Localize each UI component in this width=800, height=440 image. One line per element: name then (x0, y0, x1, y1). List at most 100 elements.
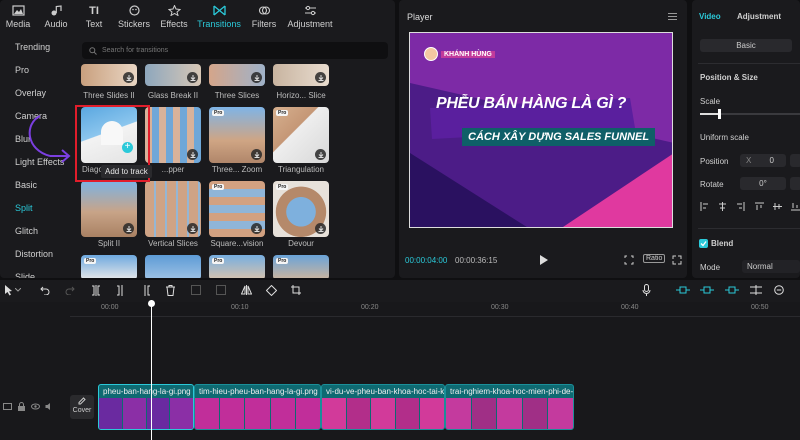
transition-tile[interactable] (145, 64, 201, 86)
cover-button[interactable]: Cover (70, 395, 94, 419)
track-video-icon[interactable] (3, 402, 12, 411)
snap-icon[interactable] (700, 286, 714, 294)
split-right-icon[interactable] (141, 285, 151, 296)
align-right-icon[interactable] (736, 202, 745, 211)
pro-badge: Pro (276, 258, 289, 264)
menu-icon[interactable] (668, 13, 677, 20)
freeze-icon[interactable] (191, 285, 201, 295)
fullscreen-crop-icon[interactable] (624, 255, 634, 265)
rotate-icon[interactable] (266, 285, 277, 296)
cover-label: Cover (72, 407, 92, 414)
tab-stickers[interactable]: Stickers (114, 0, 154, 34)
category-slide[interactable]: Slide (0, 266, 72, 278)
microphone-icon[interactable] (642, 284, 651, 296)
rotate-extra-field[interactable] (790, 177, 800, 190)
magnet-link-icon[interactable] (676, 286, 690, 294)
category-split[interactable]: Split (0, 197, 72, 220)
category-pro[interactable]: Pro (0, 59, 72, 82)
section-position-size: Position & Size (700, 73, 758, 82)
transition-tile[interactable]: Pro (209, 181, 265, 237)
zoom-out-icon[interactable] (774, 285, 784, 295)
split-icon[interactable] (91, 285, 101, 296)
tile-label: Glass Break II (147, 91, 199, 100)
category-trending[interactable]: Trending (0, 36, 72, 59)
timeline-clip[interactable]: trai-nghiem-khoa-hoc-mien-phi-de-g (445, 384, 574, 430)
timeline-clip[interactable]: tim-hieu-pheu-ban-hang-la-gi.png (194, 384, 321, 430)
video-preview[interactable]: KHÁNH HÙNG PHỄU BÁN HÀNG LÀ GÌ ? CÁCH XÂ… (409, 32, 673, 228)
tab-transitions[interactable]: Transitions (194, 0, 244, 34)
expand-icon[interactable] (672, 255, 682, 265)
ruler-tick: 00:10 (231, 304, 249, 311)
tab-effects[interactable]: Effects (156, 0, 192, 34)
undo-icon[interactable] (40, 285, 50, 295)
scale-slider-handle[interactable] (718, 109, 721, 119)
mute-icon[interactable] (45, 402, 54, 411)
linkage-icon[interactable] (725, 286, 739, 294)
align-top-icon[interactable] (754, 202, 764, 211)
scale-slider[interactable] (700, 109, 800, 119)
category-basic[interactable]: Basic (0, 174, 72, 197)
effects-icon (167, 5, 181, 16)
transition-tile[interactable]: Pro (209, 107, 265, 163)
timeline-clip[interactable]: vi-du-ve-pheu-ban-khoa-hoc-tai-kh (321, 384, 445, 430)
select-cursor-icon[interactable] (4, 285, 13, 296)
transition-tile[interactable] (145, 107, 201, 163)
search-icon (89, 46, 97, 55)
transition-tile[interactable]: Pro (273, 107, 329, 163)
transition-tile[interactable] (273, 64, 329, 86)
category-glitch[interactable]: Glitch (0, 220, 72, 243)
transition-tile[interactable] (81, 181, 137, 237)
audio-icon (49, 5, 63, 16)
basic-button[interactable]: Basic (700, 39, 792, 52)
preview-axis-icon[interactable] (750, 285, 762, 295)
split-left-icon[interactable] (116, 285, 126, 296)
tab-text[interactable]: TI Text (76, 0, 112, 34)
tab-label: Adjustment (287, 19, 333, 29)
play-icon[interactable] (539, 255, 548, 265)
position-y-field[interactable] (790, 154, 800, 167)
lock-icon[interactable] (17, 402, 26, 411)
crop-icon[interactable] (291, 285, 301, 295)
playhead-handle[interactable] (148, 300, 155, 307)
download-icon (123, 223, 134, 234)
chevron-down-icon[interactable] (15, 288, 21, 293)
align-left-icon[interactable] (700, 202, 709, 211)
tab-adjustment[interactable]: Adjustment (284, 0, 336, 34)
tab-filters[interactable]: Filters (246, 0, 282, 34)
tab-video[interactable]: Video (699, 12, 721, 21)
ratio-button[interactable]: Ratio (643, 254, 666, 263)
video-headline-2: CÁCH XÂY DỰNG SALES FUNNEL (462, 128, 656, 146)
playhead[interactable] (148, 300, 155, 440)
transition-tile[interactable] (209, 64, 265, 86)
blend-checkbox[interactable] (699, 239, 708, 248)
rotate-field[interactable]: 0° (740, 177, 786, 190)
mode-select[interactable]: Normal (742, 260, 800, 273)
transition-tile[interactable] (145, 255, 201, 278)
mirror-icon[interactable] (241, 285, 252, 295)
tab-media[interactable]: Media (0, 0, 36, 34)
align-middle-icon[interactable] (772, 202, 782, 211)
adjustment-icon (303, 5, 317, 16)
category-distortion[interactable]: Distortion (0, 243, 72, 266)
search-input[interactable]: Search for transitions (82, 42, 388, 59)
player-title: Player (407, 12, 433, 22)
transition-tile[interactable]: Pro (209, 255, 265, 278)
position-x-field[interactable]: X 0 (740, 154, 786, 167)
redo-icon[interactable] (65, 285, 75, 295)
transition-tile[interactable]: Pro (273, 181, 329, 237)
category-overlay[interactable]: Overlay (0, 82, 72, 105)
transition-tile[interactable] (145, 181, 201, 237)
visibility-icon[interactable] (31, 402, 40, 411)
timeline-clip[interactable]: pheu-ban-hang-la-gi.png (98, 384, 194, 430)
delete-icon[interactable] (166, 285, 175, 296)
transition-tile[interactable] (81, 64, 137, 86)
transition-tile[interactable]: Pro (81, 255, 137, 278)
tab-adjustment-props[interactable]: Adjustment (737, 12, 781, 21)
align-bottom-icon[interactable] (790, 202, 800, 211)
tooltip: Add to track (101, 165, 152, 178)
transition-tile[interactable]: Pro (273, 255, 329, 278)
reverse-icon[interactable] (216, 285, 226, 295)
align-center-icon[interactable] (718, 202, 727, 211)
pro-badge: Pro (212, 110, 225, 116)
tab-audio[interactable]: Audio (38, 0, 74, 34)
